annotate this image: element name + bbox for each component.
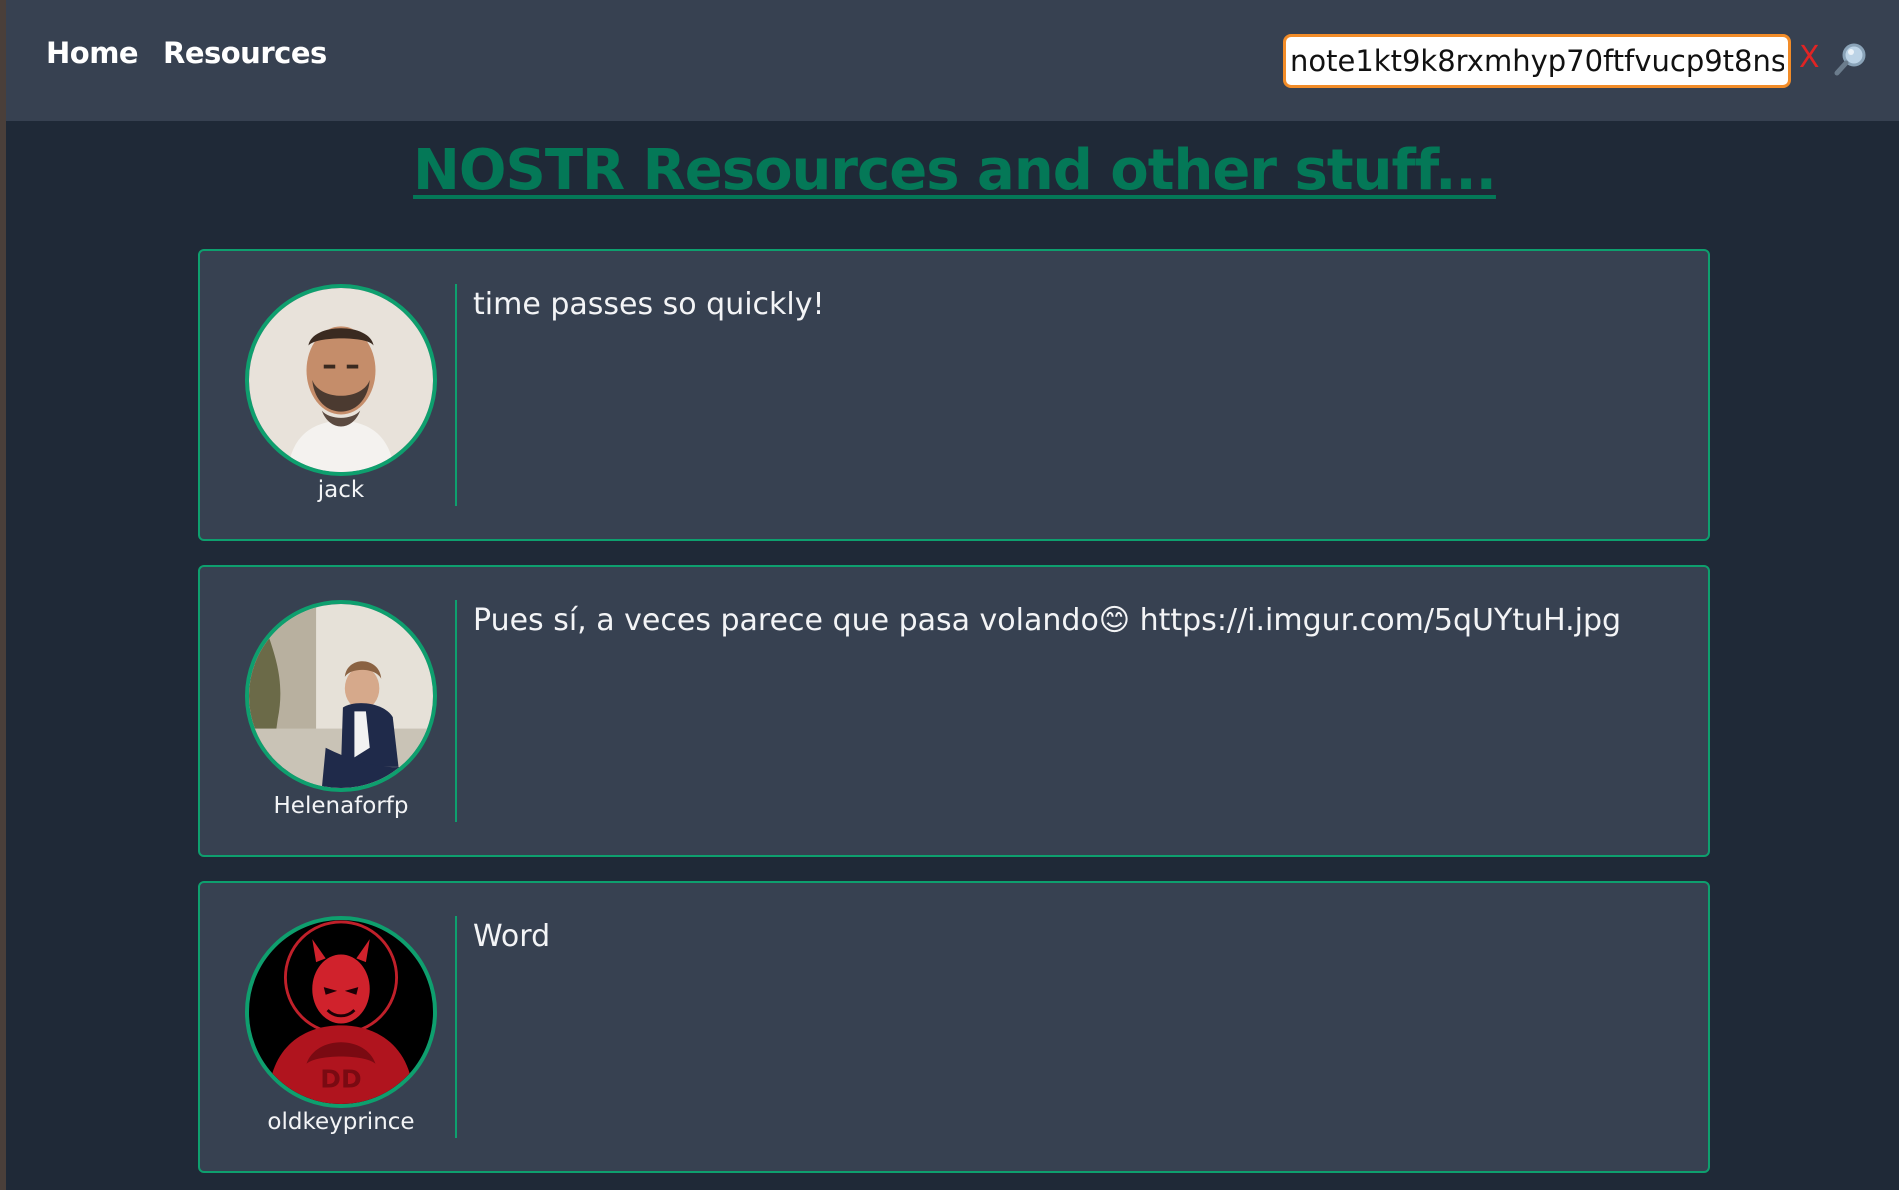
divider xyxy=(455,916,457,1138)
author-name[interactable]: jack xyxy=(200,477,482,503)
note-content: Pues sí, a veces parece que pasa volando… xyxy=(473,603,1622,638)
divider xyxy=(455,600,457,822)
note-card: Helenaforfp Pues sí, a veces parece que … xyxy=(198,565,1710,857)
author-name[interactable]: Helenaforfp xyxy=(200,793,482,819)
note-card: jack time passes so quickly! xyxy=(198,249,1710,541)
svg-text:DD: DD xyxy=(320,1065,361,1094)
note-card: DD oldkeyprince Word xyxy=(198,881,1710,1173)
note-content: time passes so quickly! xyxy=(473,287,825,322)
clear-search-button[interactable]: X xyxy=(1799,40,1820,75)
top-navbar: Home Resources X xyxy=(6,0,1899,121)
avatar[interactable]: DD xyxy=(245,916,437,1108)
divider xyxy=(455,284,457,506)
avatar[interactable] xyxy=(245,600,437,792)
author-name[interactable]: oldkeyprince xyxy=(200,1109,482,1135)
search-input[interactable] xyxy=(1283,34,1791,88)
magnifier-icon[interactable] xyxy=(1832,40,1872,80)
nav-home-link[interactable]: Home xyxy=(46,36,139,70)
avatar[interactable] xyxy=(245,284,437,476)
page-title[interactable]: NOSTR Resources and other stuff... xyxy=(0,138,1899,203)
nav-resources-link[interactable]: Resources xyxy=(163,36,327,70)
note-content: Word xyxy=(473,919,551,954)
